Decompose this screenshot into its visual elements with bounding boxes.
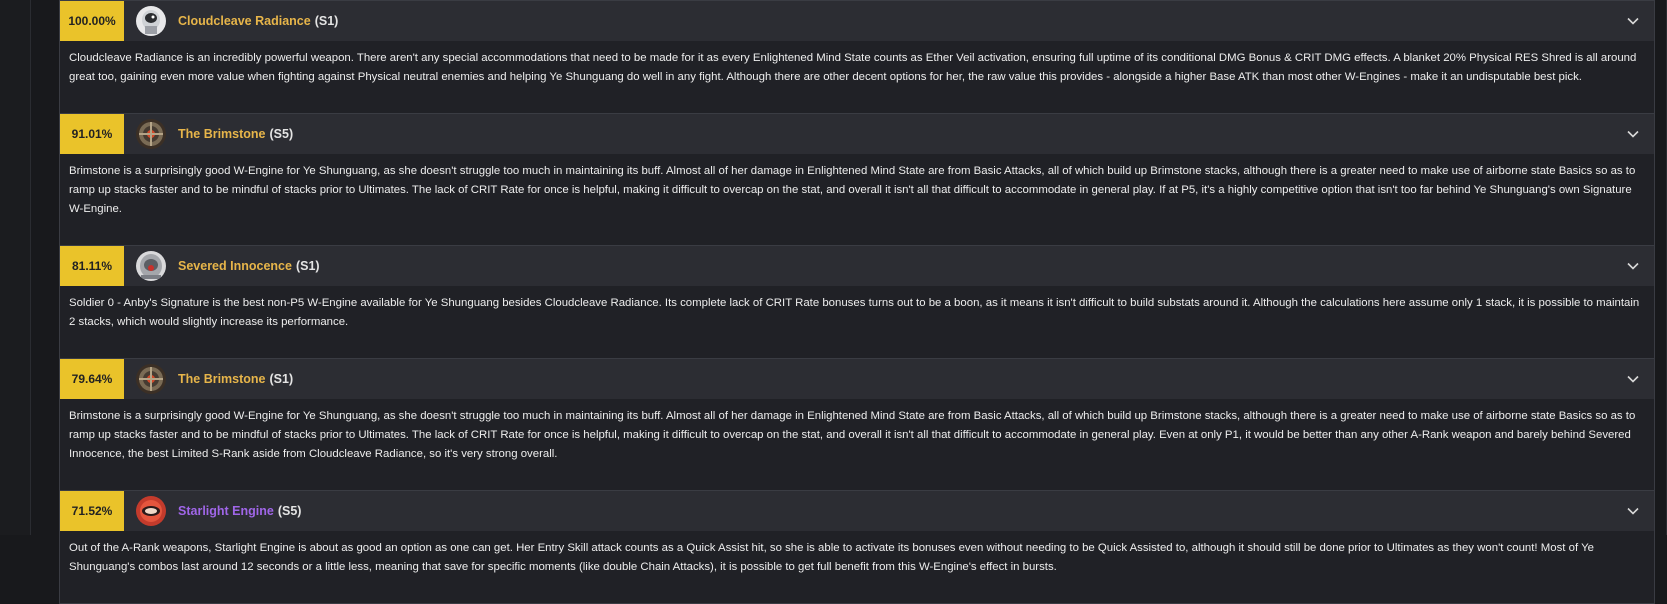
w-engine-description: Cloudcleave Radiance is an incredibly po… <box>69 52 1637 83</box>
w-engine-title: Severed Innocence <box>178 259 292 273</box>
w-engine-entry: 91.01% The Brimstone (S5) Brimstone is a … <box>59 114 1655 246</box>
percent-badge: 81.11% <box>60 246 124 286</box>
w-engine-ranking-list: 100.00% Cloudcleave Radiance (S1) Cloudcl… <box>59 0 1655 604</box>
chevron-down-icon[interactable] <box>1626 259 1640 273</box>
w-engine-entry: 71.52% Starlight Engine (S5) Out of the A… <box>59 491 1655 604</box>
w-engine-rank: (S1) <box>314 14 339 28</box>
w-engine-header-toggle[interactable]: 71.52% Starlight Engine (S5) <box>60 491 1654 531</box>
w-engine-rank: (S5) <box>269 127 294 141</box>
w-engine-entry: 79.64% The Brimstone (S1) Brimstone is a … <box>59 359 1655 491</box>
w-engine-title: Cloudcleave Radiance <box>178 14 311 28</box>
w-engine-name: Cloudcleave Radiance (S1) <box>178 14 338 28</box>
w-engine-description: Soldier 0 - Anby's Signature is the best… <box>69 297 1640 328</box>
chevron-down-icon[interactable] <box>1626 127 1640 141</box>
w-engine-name: The Brimstone (S5) <box>178 127 293 141</box>
w-engine-rank: (S5) <box>277 504 302 518</box>
w-engine-entry: 81.11% Severed Innocence (S1) Soldier 0 -… <box>59 246 1655 359</box>
w-engine-header-toggle[interactable]: 79.64% The Brimstone (S1) <box>60 359 1654 399</box>
w-engine-description: Out of the A-Rank weapons, Starlight Eng… <box>69 542 1594 573</box>
starlight-engine-icon <box>136 496 166 526</box>
brimstone-orb-icon <box>136 364 166 394</box>
percent-badge: 71.52% <box>60 491 124 531</box>
w-engine-header-toggle[interactable]: 100.00% Cloudcleave Radiance (S1) <box>60 1 1654 41</box>
w-engine-title: The Brimstone <box>178 127 266 141</box>
w-engine-title: Starlight Engine <box>178 504 274 518</box>
percent-badge: 100.00% <box>60 1 124 41</box>
w-engine-name: The Brimstone (S1) <box>178 372 293 386</box>
chevron-down-icon[interactable] <box>1626 504 1640 518</box>
astronaut-helmet-icon <box>136 6 166 36</box>
w-engine-header-toggle[interactable]: 91.01% The Brimstone (S5) <box>60 114 1654 154</box>
w-engine-header-toggle[interactable]: 81.11% Severed Innocence (S1) <box>60 246 1654 286</box>
w-engine-title: The Brimstone <box>178 372 266 386</box>
w-engine-description: Brimstone is a surprisingly good W-Engin… <box>69 165 1636 215</box>
robot-helmet-icon <box>136 251 166 281</box>
percent-badge: 79.64% <box>60 359 124 399</box>
w-engine-name: Severed Innocence (S1) <box>178 259 320 273</box>
chevron-down-icon[interactable] <box>1626 372 1640 386</box>
left-sidebar-edge <box>0 0 31 535</box>
percent-badge: 91.01% <box>60 114 124 154</box>
w-engine-description: Brimstone is a surprisingly good W-Engin… <box>69 410 1636 460</box>
chevron-down-icon[interactable] <box>1626 14 1640 28</box>
w-engine-rank: (S1) <box>295 259 320 273</box>
w-engine-rank: (S1) <box>269 372 294 386</box>
brimstone-orb-icon <box>136 119 166 149</box>
w-engine-name: Starlight Engine (S5) <box>178 504 301 518</box>
w-engine-entry: 100.00% Cloudcleave Radiance (S1) Cloudcl… <box>59 0 1655 114</box>
